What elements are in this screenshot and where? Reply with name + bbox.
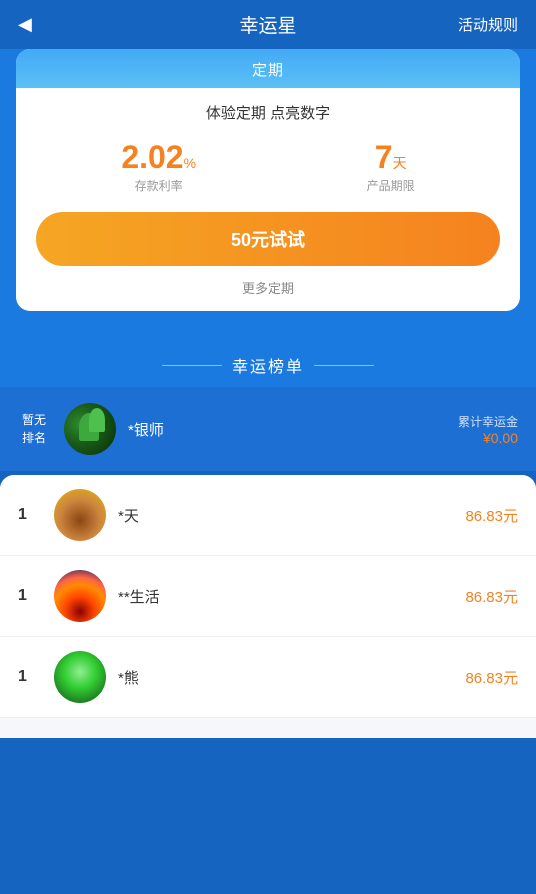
list-item: 1 **生活 86.83元: [0, 556, 536, 637]
leaderboard-title: 幸运榜单: [232, 353, 304, 377]
product-card-header: 定期: [16, 49, 520, 88]
avatar-3-image: [54, 651, 106, 703]
title-line-left: [162, 365, 222, 366]
rate-unit: %: [184, 155, 196, 171]
product-type-label: 定期: [252, 62, 284, 79]
list-section: 1 *天 86.83元 1 **生活 86.83元 1 *熊 86.83元: [0, 475, 536, 738]
days-value-display: 7天: [367, 141, 415, 173]
name-3: *熊: [118, 667, 465, 688]
product-subtitle: 体验定期 点亮数字: [36, 102, 500, 123]
avatar-2-image: [54, 570, 106, 622]
my-rank-name: *银师: [128, 419, 458, 440]
days-value: 7: [375, 139, 393, 175]
rank-3-num: 1: [18, 668, 40, 686]
my-rank-line1: 暂无: [22, 413, 46, 427]
back-button[interactable]: ◀: [18, 14, 32, 35]
amount-3: 86.83元: [465, 667, 518, 688]
rate-label: 存款利率: [121, 177, 196, 194]
my-avatar-image: [64, 403, 116, 455]
page-title: 幸运星: [239, 11, 296, 38]
my-rank-right: 累计幸运金 ¥0.00: [458, 413, 518, 446]
product-area: 定期 体验定期 点亮数字 2.02% 存款利率 7天 产品期限 50元试试: [0, 49, 536, 331]
leaderboard-title-row: 幸运榜单: [0, 341, 536, 387]
product-card-body: 体验定期 点亮数字 2.02% 存款利率 7天 产品期限 50元试试 更多定期: [16, 88, 520, 311]
try-button[interactable]: 50元试试: [36, 212, 500, 266]
rank-2-num: 1: [18, 587, 40, 605]
my-rank-label: 暂无 排名: [18, 411, 50, 447]
rank-1-num: 1: [18, 506, 40, 524]
my-rank-card: 暂无 排名 *银师 累计幸运金 ¥0.00: [0, 387, 536, 471]
back-icon: ◀: [18, 14, 32, 35]
title-line-right: [314, 365, 374, 366]
rate-stat: 2.02% 存款利率: [121, 141, 196, 194]
my-avatar: [64, 403, 116, 455]
avatar-1: [54, 489, 106, 541]
days-unit: 天: [393, 155, 407, 171]
name-1: *天: [118, 505, 465, 526]
amount-1: 86.83元: [465, 505, 518, 526]
name-2: **生活: [118, 586, 465, 607]
my-rank-line2: 排名: [22, 431, 46, 445]
my-rank-amount: ¥0.00: [458, 430, 518, 446]
amount-2: 86.83元: [465, 586, 518, 607]
days-stat: 7天 产品期限: [367, 141, 415, 194]
rate-value: 2.02: [121, 139, 183, 175]
product-stats: 2.02% 存款利率 7天 产品期限: [36, 141, 500, 194]
my-rank-amount-label: 累计幸运金: [458, 413, 518, 430]
avatar-1-image: [54, 489, 106, 541]
leaderboard-section: 幸运榜单 暂无 排名 *银师 累计幸运金 ¥0.00: [0, 331, 536, 471]
activity-rule-link[interactable]: 活动规则: [458, 14, 518, 35]
rate-value-display: 2.02%: [121, 141, 196, 173]
avatar-3: [54, 651, 106, 703]
days-label: 产品期限: [367, 177, 415, 194]
list-item: 1 *天 86.83元: [0, 475, 536, 556]
more-fixed-link[interactable]: 更多定期: [36, 278, 500, 301]
header: ◀ 幸运星 活动规则: [0, 0, 536, 49]
list-item: 1 *熊 86.83元: [0, 637, 536, 718]
product-card: 定期 体验定期 点亮数字 2.02% 存款利率 7天 产品期限 50元试试: [16, 49, 520, 311]
avatar-2: [54, 570, 106, 622]
